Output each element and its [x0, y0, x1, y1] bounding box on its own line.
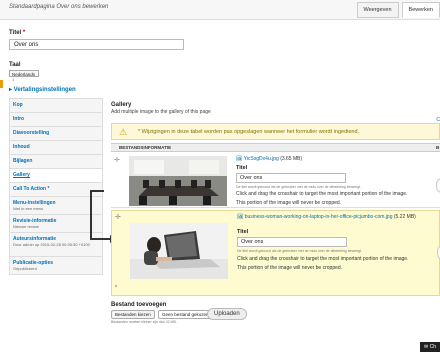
- vtab-call-to-action[interactable]: Call To Action *: [10, 183, 102, 197]
- vtab-revision-info[interactable]: Revisie-informatie Nieuwe revisie: [10, 215, 102, 233]
- table-row: ✛ 🖼 business-woman-working-on-laptop-in-…: [111, 210, 440, 296]
- file-size-note: Bestanden moeten kleiner zijn dan 32 MB.: [111, 320, 177, 324]
- changed-marker: *: [115, 285, 117, 291]
- column-header-cut: B: [436, 145, 440, 150]
- page-header: Standaardpagina Over ons bewerken Weerge…: [0, 0, 440, 20]
- gallery-description: Add multiple image to the gallery of thi…: [111, 109, 211, 115]
- gallery-panel: Gallery Add multiple image to the galler…: [104, 98, 440, 352]
- crop-instruction: Click and drag the crosshair to target t…: [236, 191, 408, 197]
- vtab-diavoorstelling[interactable]: Diavoorstelling: [10, 127, 102, 141]
- image-title-hint: De titel wordt getoond als de gebruiker …: [236, 185, 361, 189]
- crop-instruction: Click and drag the crosshair to target t…: [237, 256, 409, 262]
- choose-files-button[interactable]: Bestanden kiezen: [111, 310, 155, 319]
- crop-instruction: This portion of the image will never be …: [236, 199, 342, 206]
- warning-text: * Wijzigingen in deze tabel worden pas o…: [138, 129, 360, 135]
- language-label: Taal: [9, 62, 21, 68]
- vtab-gallery[interactable]: Gallery: [10, 169, 102, 183]
- required-marker: *: [22, 30, 26, 36]
- vtab-summary: Gepubliceerd: [13, 266, 37, 271]
- image-title-label: Titel: [237, 229, 249, 235]
- file-link[interactable]: 🖼 business-woman-working-on-laptop-in-he…: [237, 214, 432, 221]
- vtab-label: Call To Action *: [13, 186, 50, 192]
- chat-label: Ch: [429, 344, 436, 350]
- vtab-menu-settings[interactable]: Menu-instellingen Niet in een menu: [10, 197, 102, 215]
- file-icon: 🖼: [237, 214, 244, 220]
- vtab-inhoud[interactable]: Inhoud: [10, 141, 102, 155]
- vtab-summary: Nieuwe revisie: [13, 224, 40, 229]
- warning-message: ⚠ * Wijzigingen in deze tabel worden pas…: [111, 123, 440, 140]
- focus-indicator: [0, 80, 3, 88]
- title-label: Titel *: [9, 30, 25, 36]
- vtab-summary: Door admin op 2015-02-28 00:35:30 +0100: [13, 242, 90, 247]
- vertical-tabs: Kop Intro Diavoorstelling Inhoud Bijlage…: [9, 98, 103, 275]
- crop-instruction: This portion of the image will never be …: [237, 264, 343, 271]
- file-size: (5.22 MB): [393, 214, 416, 220]
- image-title-hint: De titel wordt getoond als de gebruiker …: [237, 249, 362, 253]
- gallery-heading: Gallery: [111, 102, 132, 108]
- office-image: [129, 156, 227, 206]
- no-file-chosen-text: Geen bestand gekozen: [158, 310, 213, 319]
- vtab-label: Intro: [13, 116, 25, 122]
- drag-handle-icon[interactable]: ✛: [115, 213, 121, 221]
- vtab-summary: Niet in een menu: [13, 206, 44, 211]
- table-row: ✛ 🖼 YicSsgDx4u.jpg (3.65 MB) Titel Over …: [111, 152, 440, 208]
- vtab-intro[interactable]: Intro: [10, 113, 102, 127]
- vtab-author-info[interactable]: Auteursinformatie Door admin op 2015-02-2…: [10, 233, 102, 257]
- vtab-label: Diavoorstelling: [13, 130, 50, 136]
- vtab-label: Bijlagen: [13, 158, 33, 164]
- chat-widget[interactable]: ✉ Ch: [420, 342, 440, 352]
- view-tabs: Weergeven Bewerken: [354, 2, 440, 18]
- tab-edit[interactable]: Bewerken: [401, 2, 440, 18]
- chat-icon: ✉: [424, 344, 429, 350]
- upload-button[interactable]: Uploaden: [207, 308, 247, 320]
- vtab-label: Gallery: [13, 172, 30, 178]
- drag-arrow-line: [90, 190, 104, 192]
- vtab-kop[interactable]: Kop: [10, 99, 102, 113]
- tab-view[interactable]: Weergeven: [356, 2, 399, 18]
- table-header: BESTANDSINFORMATIE B: [111, 143, 440, 152]
- warning-icon: ⚠: [119, 127, 128, 137]
- page-title: Standaardpagina Over ons bewerken: [9, 4, 109, 10]
- image-title-input[interactable]: Over ons: [237, 237, 347, 247]
- language-select[interactable]: Nederlands ↕: [9, 70, 39, 82]
- file-size: (3.65 MB): [280, 156, 303, 162]
- image-preview: [129, 156, 227, 206]
- add-file-label: Bestand toevoegen: [111, 302, 167, 308]
- crop-instructions: Click and drag the crosshair to target t…: [237, 255, 408, 272]
- file-icon: 🖼: [236, 156, 243, 162]
- drag-handle-icon[interactable]: ✛: [114, 156, 120, 164]
- file-name: business-woman-working-on-laptop-in-her-…: [244, 214, 393, 220]
- woman-laptop-image: [130, 223, 228, 279]
- column-header-file-info: BESTANDSINFORMATIE: [119, 145, 172, 150]
- image-title-input[interactable]: Over ons: [236, 173, 346, 183]
- vtab-bijlagen[interactable]: Bijlagen: [10, 155, 102, 169]
- file-name: YicSsgDx4u.jpg: [243, 156, 279, 162]
- crop-instructions: Click and drag the crosshair to target t…: [236, 190, 407, 207]
- file-link[interactable]: 🖼 YicSsgDx4u.jpg (3.65 MB): [236, 156, 302, 162]
- remove-button[interactable]: [436, 178, 440, 193]
- title-label-text: Titel: [9, 30, 22, 36]
- vtab-publication-options[interactable]: Publicatie-opties Gepubliceerd: [10, 257, 102, 275]
- image-preview: [130, 223, 228, 279]
- translation-settings-link[interactable]: ▸ Vertalingsinstellingen: [9, 86, 76, 93]
- drag-arrow-line: [90, 190, 92, 240]
- vtab-label: Inhoud: [13, 144, 30, 150]
- title-input[interactable]: Over ons: [9, 39, 184, 50]
- vtab-label: Kop: [13, 102, 23, 108]
- image-title-label: Titel: [236, 165, 248, 171]
